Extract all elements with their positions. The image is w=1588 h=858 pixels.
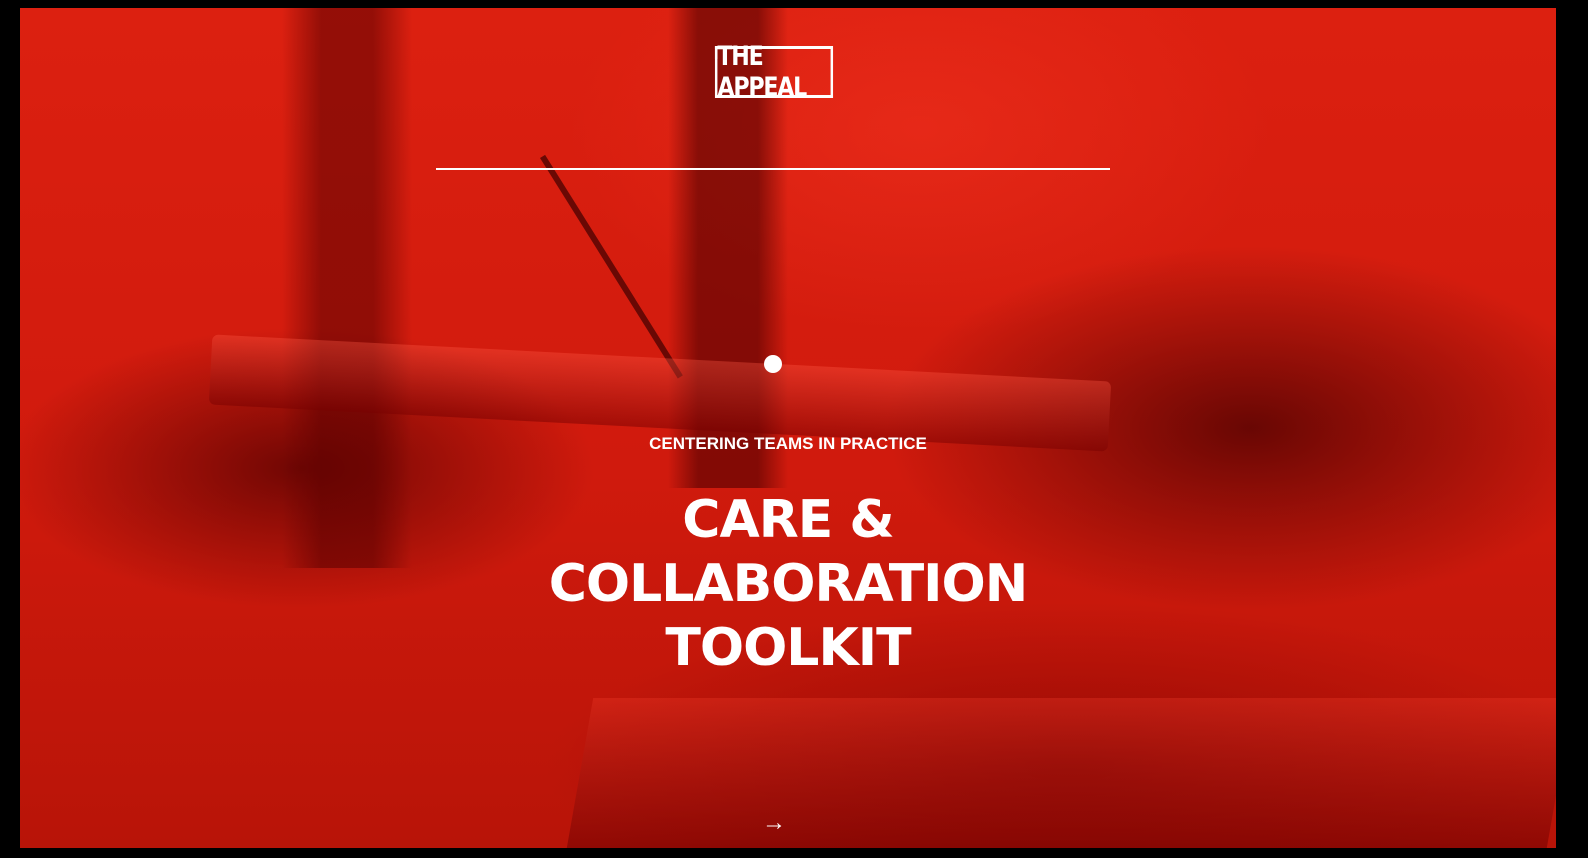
hero-title-line: TOOLKIT: [665, 618, 911, 678]
header-divider: [436, 168, 1110, 170]
hero-title-line: COLLABORATION: [548, 554, 1029, 614]
background-shape: [540, 154, 683, 379]
hero-eyebrow: CENTERING TEAMS IN PRACTICE: [649, 434, 927, 453]
hero-title: CARE & COLLABORATION TOOLKIT: [20, 488, 1556, 680]
background-shape: [566, 698, 1556, 848]
background-shape: [282, 8, 412, 568]
hero-background-image: [20, 8, 1556, 848]
page-frame: THE APPEAL CENTERING TEAMS IN PRACTICE C…: [0, 0, 1588, 858]
the-appeal-logo[interactable]: THE APPEAL: [714, 41, 834, 103]
hero-section: THE APPEAL CENTERING TEAMS IN PRACTICE C…: [20, 8, 1556, 848]
slide-dot-icon[interactable]: [764, 355, 782, 373]
arrow-right-icon[interactable]: →: [760, 810, 788, 836]
hero-title-line: CARE &: [682, 490, 894, 550]
